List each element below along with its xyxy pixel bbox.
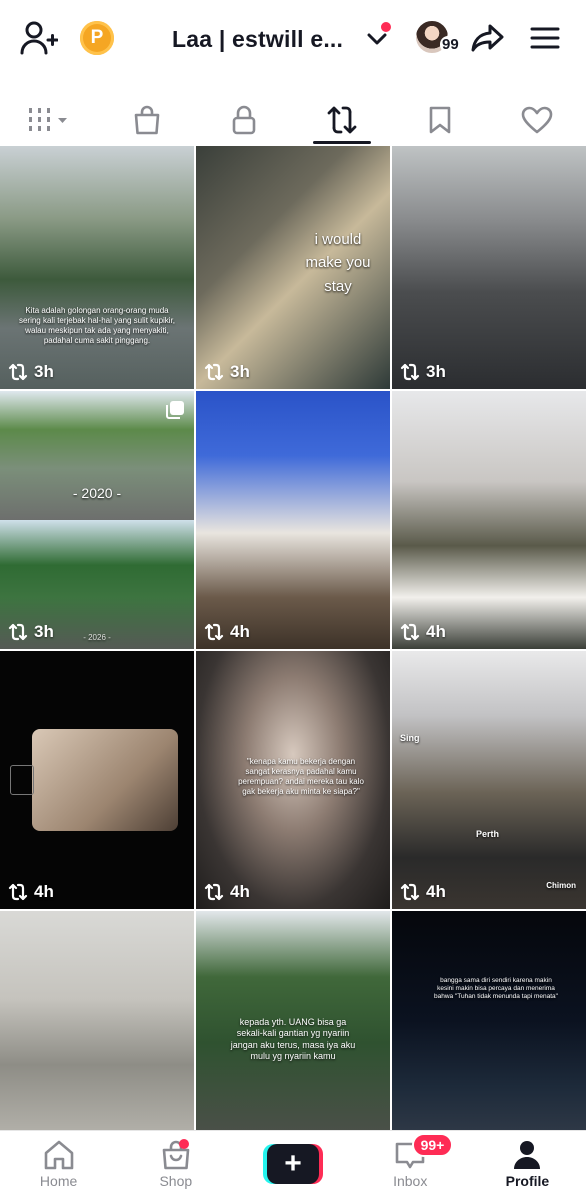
bookmark-icon [429, 106, 450, 134]
nav-inbox[interactable]: Inbox 99+ [352, 1131, 469, 1200]
share-icon[interactable] [470, 20, 506, 56]
tile-caption: Kita adalah golongan orang-orang muda se… [18, 306, 176, 345]
nav-shop-label: Shop [159, 1173, 193, 1189]
tile-time-label: 3h [230, 362, 250, 381]
tile-time: 4h [400, 622, 446, 642]
nav-shop[interactable]: Shop [117, 1131, 234, 1200]
heart-icon [521, 106, 553, 134]
tile-caption: - 2020 - [72, 485, 122, 501]
notification-dot [381, 22, 391, 32]
tile-time-label: 4h [34, 882, 54, 901]
inbox-badge: 99+ [411, 1133, 454, 1157]
video-tile[interactable] [0, 911, 194, 1130]
coin-letter: P [90, 27, 104, 48]
video-tile[interactable]: Kita adalah golongan orang-orang muda se… [0, 146, 194, 389]
nav-profile[interactable]: Profile [469, 1131, 586, 1200]
tile-time: 4h [400, 882, 446, 902]
bottom-nav: Home Shop + Inbox 99+ Profile [0, 1130, 586, 1200]
repost-icon [204, 623, 224, 641]
tile-time: 4h [204, 882, 250, 902]
tile-time: 4h [8, 882, 54, 902]
tile-time: 3h [204, 362, 250, 382]
repost-icon [8, 883, 28, 901]
nav-profile-label: Profile [505, 1173, 550, 1189]
video-tile[interactable]: "kenapa kamu bekerja dengan sangat keras… [196, 651, 390, 909]
tab-private[interactable] [195, 96, 293, 144]
repost-icon [400, 363, 420, 381]
tile-time-label: 3h [34, 362, 54, 381]
nav-home[interactable]: Home [0, 1131, 117, 1200]
home-icon [44, 1140, 73, 1170]
video-tile[interactable]: 3h [392, 146, 586, 389]
video-tile[interactable]: - 2020 - - 2026 - 3h [0, 391, 194, 649]
profile-icon [514, 1141, 541, 1169]
tab-shop[interactable] [98, 96, 196, 144]
repost-icon [204, 883, 224, 901]
repost-icon [327, 106, 357, 134]
tile-time: 3h [8, 362, 54, 382]
repost-icon [400, 623, 420, 641]
tile-time: 3h [8, 622, 54, 642]
tile-time-label: 3h [34, 622, 54, 641]
tile-time-label: 4h [426, 622, 446, 641]
tile-caption: "kenapa kamu bekerja dengan sangat keras… [238, 757, 364, 796]
video-tile[interactable]: 4h [0, 651, 194, 909]
nav-create[interactable]: + [234, 1131, 351, 1200]
video-thumbnail-card [32, 729, 178, 831]
tab-reposts[interactable] [293, 96, 391, 144]
repost-icon [8, 363, 28, 381]
video-tile[interactable]: i would make you stay 3h [196, 146, 390, 389]
tile-caption-secondary: Perth [476, 829, 500, 839]
profile-header: P Laa | estwill e... 99 [0, 0, 586, 78]
tile-time: 3h [400, 362, 446, 382]
frame-outline [10, 765, 34, 795]
video-tile[interactable]: 4h [392, 391, 586, 649]
tile-caption: kepada yth. UANG bisa ga sekali-kali gan… [230, 1017, 356, 1061]
profile-tabs [0, 96, 586, 144]
story-avatar[interactable]: 99 [414, 19, 464, 57]
plus-icon: + [267, 1144, 319, 1184]
tile-time-label: 3h [426, 362, 446, 381]
menu-icon[interactable] [528, 20, 562, 56]
video-tile[interactable]: 4h [196, 391, 390, 649]
video-tile[interactable]: bangga sama diri sendiri karena makin ke… [392, 911, 586, 1130]
photo-carousel-icon [166, 401, 184, 419]
tile-time: 4h [204, 622, 250, 642]
tile-caption: bangga sama diri sendiri karena makin ke… [434, 977, 558, 1001]
nav-home-label: Home [39, 1173, 78, 1189]
tab-favorites[interactable] [391, 96, 489, 144]
tile-caption: i would make you stay [305, 231, 371, 295]
video-tile[interactable]: Sing Perth Chimon 4h [392, 651, 586, 909]
account-switcher[interactable]: Laa | estwill e... [172, 22, 343, 56]
avatar-count: 99 [440, 36, 461, 53]
repost-icon [8, 623, 28, 641]
grid-filter-icon [28, 108, 67, 131]
coin-icon[interactable]: P [80, 21, 114, 55]
tab-liked[interactable] [488, 96, 586, 144]
create-button[interactable]: + [263, 1144, 323, 1184]
tab-grid-filter[interactable] [0, 96, 98, 144]
video-tile[interactable]: kepada yth. UANG bisa ga sekali-kali gan… [196, 911, 390, 1130]
tile-caption-tertiary: Chimon [546, 881, 576, 890]
tile-time-label: 4h [230, 882, 250, 901]
tile-caption: Sing [400, 733, 420, 743]
shopping-bag-icon [134, 105, 159, 135]
page-title: Laa | estwill e... [172, 25, 344, 52]
tile-time-label: 4h [230, 622, 250, 641]
repost-grid: Kita adalah golongan orang-orang muda se… [0, 146, 586, 1130]
repost-icon [204, 363, 224, 381]
nav-inbox-label: Inbox [393, 1173, 428, 1189]
repost-icon [400, 883, 420, 901]
add-user-icon[interactable] [18, 18, 60, 58]
tile-time-label: 4h [426, 882, 446, 901]
lock-icon [232, 105, 256, 135]
